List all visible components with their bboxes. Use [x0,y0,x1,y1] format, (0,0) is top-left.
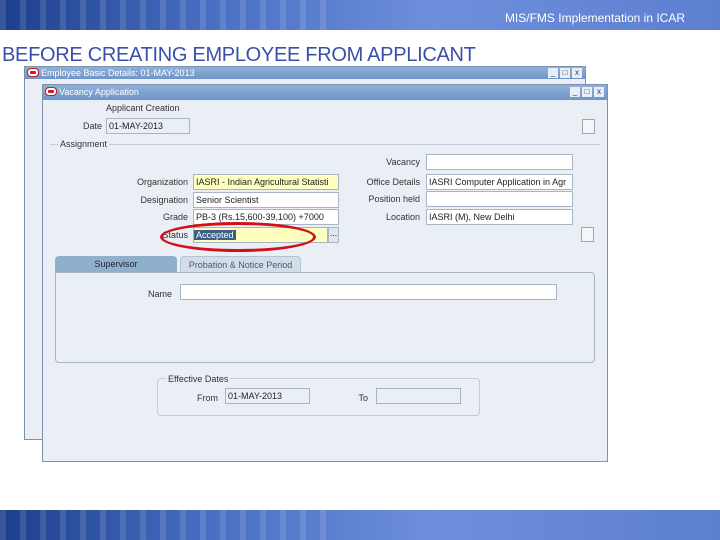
from-label: From [197,393,218,403]
vacancy-field[interactable] [426,154,573,170]
maximize-button[interactable]: □ [582,87,592,97]
designation-label: Designation [140,195,188,205]
oracle-icon [45,87,57,96]
minimize-button[interactable]: _ [570,87,580,97]
assignment-divider [50,144,600,145]
vacancy-label: Vacancy [386,157,420,167]
header-title: MIS/FMS Implementation in ICAR [504,11,685,25]
tab-probation-notice-period[interactable]: Probation & Notice Period [180,256,301,272]
designation-field[interactable]: Senior Scientist [193,192,339,208]
name-label: Name [147,289,172,299]
effective-dates-label: Effective Dates [166,374,231,384]
checkbox[interactable] [581,227,594,242]
to-date-field[interactable] [376,388,461,404]
grade-label: Grade [162,212,188,222]
office-details-label: Office Details [366,177,420,187]
date-label: Date [82,121,102,131]
highlight-ellipse [160,222,316,252]
title-bar[interactable]: Employee Basic Details: 01-MAY-2013 _ □ x [25,67,585,79]
close-button[interactable]: x [572,68,582,78]
oracle-icon [27,68,39,77]
position-held-field[interactable] [426,191,573,207]
window-title: Vacancy Application [59,87,139,97]
title-bar[interactable]: Vacancy Application _ □ x [43,85,607,100]
close-button[interactable]: x [594,87,604,97]
position-held-label: Position held [368,194,420,204]
organization-label: Organization [136,177,188,187]
assignment-label: Assignment [58,139,110,149]
organization-field[interactable]: IASRI - Indian Agricultural Statisti [193,174,339,190]
header-band: MIS/FMS Implementation in ICAR [0,0,720,30]
office-details-field[interactable]: IASRI Computer Application in Agr [426,174,573,190]
location-label: Location [385,212,420,222]
maximize-button[interactable]: □ [560,68,570,78]
from-date-field[interactable]: 01-MAY-2013 [225,388,310,404]
to-label: To [358,393,368,403]
minimize-button[interactable]: _ [548,68,558,78]
status-lov-button[interactable]: ... [328,227,339,243]
slide-title: BEFORE CREATING EMPLOYEE FROM APPLICANT [2,44,476,66]
applicant-creation-label: Applicant Creation [106,103,180,113]
checkbox[interactable] [582,119,595,134]
tab-supervisor[interactable]: Supervisor [55,256,177,272]
footer-band [0,510,720,540]
location-field[interactable]: IASRI (M), New Delhi [426,209,573,225]
window-title: Employee Basic Details: 01-MAY-2013 [41,68,195,78]
date-field[interactable]: 01-MAY-2013 [106,118,190,134]
supervisor-name-field[interactable] [180,284,557,300]
